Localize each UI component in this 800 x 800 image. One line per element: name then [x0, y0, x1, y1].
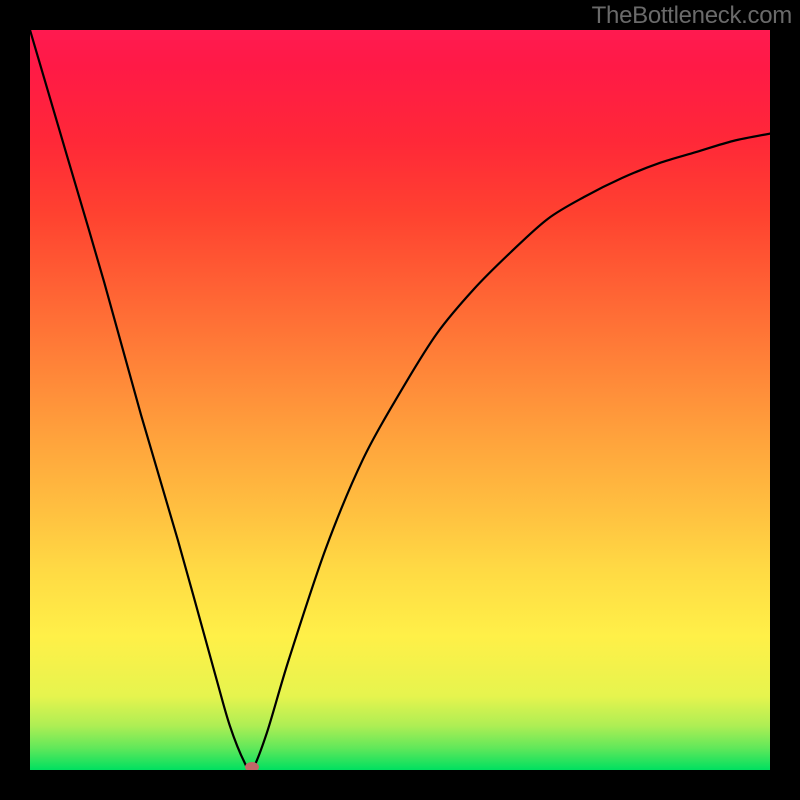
bottleneck-curve	[30, 30, 770, 770]
watermark-text: TheBottleneck.com	[592, 2, 792, 30]
chart-container: TheBottleneck.com	[0, 0, 800, 800]
minimum-marker	[245, 762, 259, 770]
curve-svg	[30, 30, 770, 770]
plot-area	[30, 30, 770, 770]
